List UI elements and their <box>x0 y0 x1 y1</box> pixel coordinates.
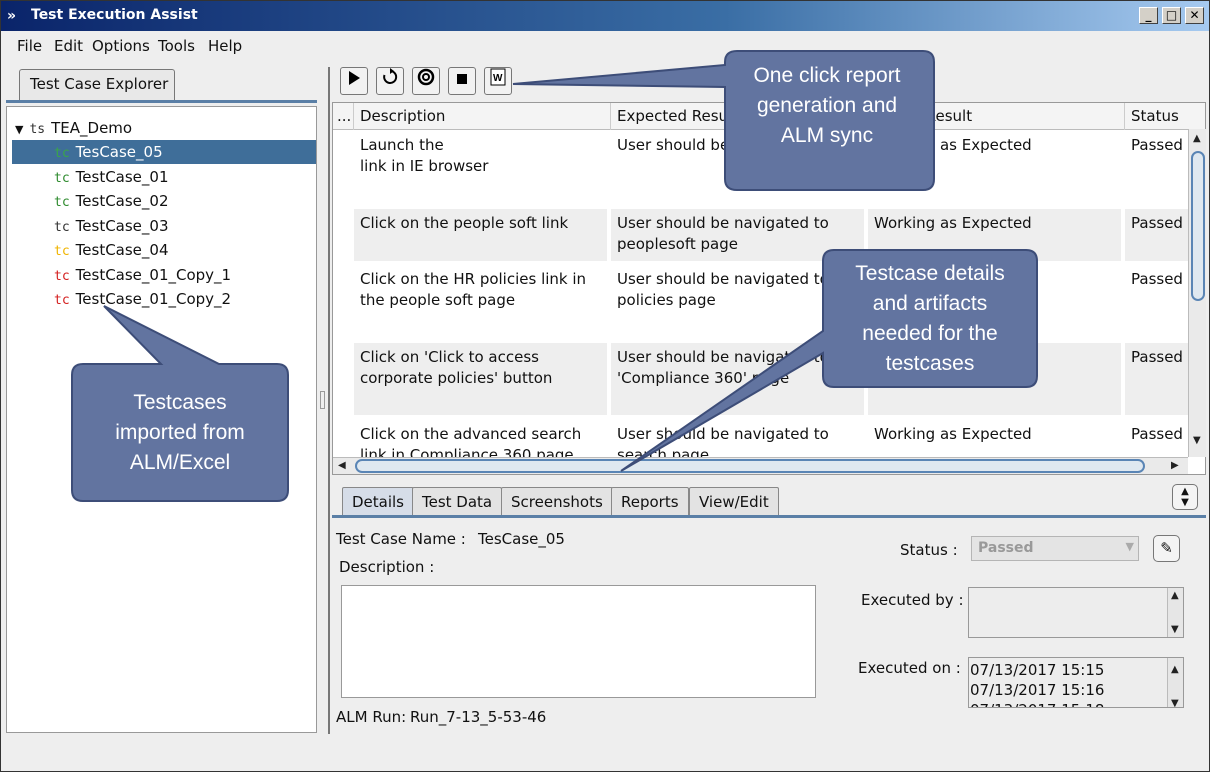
callout-shapes <box>71 50 1038 502</box>
app-window: » Test Execution Assist _ □ ✕ File Edit … <box>0 0 1210 772</box>
callout-details-text: Testcase details and artifacts needed fo… <box>855 262 1005 375</box>
callout-imported-text: Testcases imported from ALM/Excel <box>115 391 245 474</box>
callout-report-text: One click report generation and ALM sync <box>753 64 901 147</box>
